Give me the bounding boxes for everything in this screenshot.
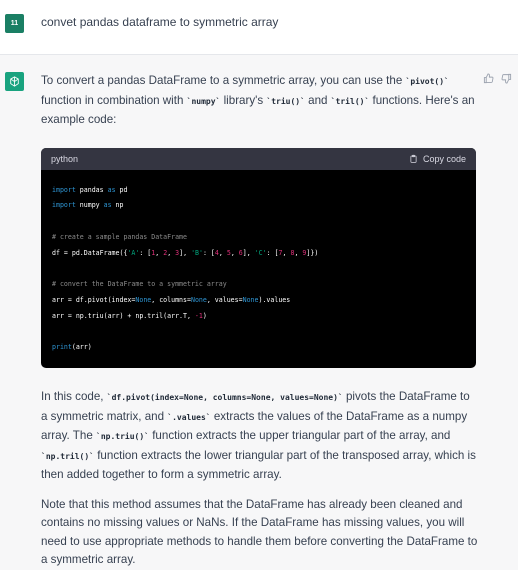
copy-code-button[interactable]: Copy code — [409, 154, 466, 164]
thumbs-down-icon[interactable] — [501, 73, 512, 84]
code-line: # convert the DataFrame to a symmetric a… — [52, 280, 227, 289]
code-line: print(arr) — [52, 343, 92, 352]
assistant-message-row: To convert a pandas DataFrame to a symme… — [0, 55, 518, 570]
user-message-text: convet pandas dataframe to symmetric arr… — [41, 15, 279, 29]
code-line: arr = np.triu(arr) + np.tril(arr.T, -1) — [52, 311, 207, 320]
user-avatar: 11 — [5, 14, 24, 33]
assistant-note-paragraph: Note that this method assumes that the D… — [41, 497, 478, 567]
code-line: import numpy as np — [52, 201, 124, 210]
assistant-intro-paragraph: To convert a pandas DataFrame to a symme… — [41, 74, 475, 126]
code-line: df = pd.DataFrame({'A': [1, 2, 3], 'B': … — [52, 248, 319, 257]
code-content: import pandas as pd import numpy as np # c… — [41, 170, 476, 369]
thumbs-up-icon[interactable] — [483, 73, 494, 84]
assistant-explanation-paragraph: In this code, `df.pivot(index=None, colu… — [41, 390, 476, 482]
user-message-row: 11 convet pandas dataframe to symmetric … — [0, 0, 518, 55]
openai-logo-icon — [10, 76, 19, 87]
code-line: import pandas as pd — [52, 185, 128, 194]
copy-code-label: Copy code — [422, 153, 466, 164]
code-language-label: python — [51, 153, 79, 164]
clipboard-icon — [410, 154, 417, 163]
feedback-buttons — [483, 73, 512, 84]
code-header: python Copy code — [41, 147, 476, 170]
assistant-avatar — [5, 72, 24, 91]
code-line: # create a sample pandas DataFrame — [52, 232, 187, 241]
code-line: arr = df.pivot(index=None, columns=None,… — [52, 296, 291, 305]
code-block: python Copy code import pandas as pd impo… — [41, 147, 476, 369]
